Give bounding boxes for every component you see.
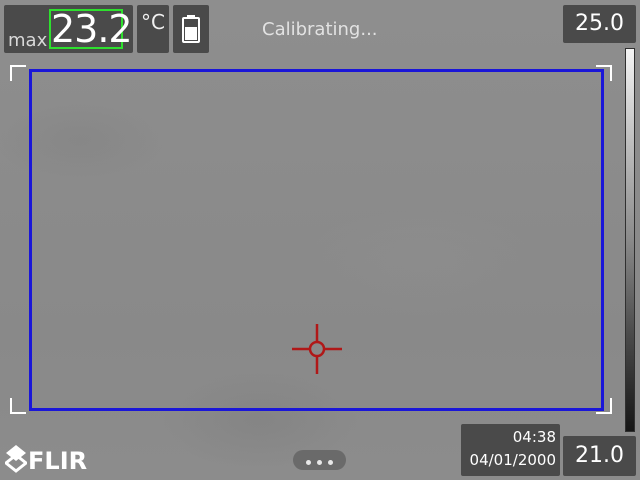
flir-logo: FLIR [3, 444, 88, 477]
thermal-camera-screen: max 23.2 °C Calibrating... 25.0 21.0 04:… [0, 0, 640, 480]
temperature-scale-bar [625, 48, 635, 432]
frame-corner-top-left [10, 65, 26, 81]
more-dots-icon [317, 460, 322, 465]
frame-corner-top-right [596, 65, 612, 81]
scale-max-value[interactable]: 25.0 [563, 5, 636, 43]
more-menu-button[interactable] [293, 450, 346, 470]
datetime-display: 04:38 04/01/2000 [461, 424, 560, 476]
frame-corner-bottom-right [596, 398, 612, 414]
more-dots-icon [328, 460, 333, 465]
time-value: 04:38 [512, 428, 556, 446]
temperature-unit-button[interactable]: °C [137, 5, 169, 53]
max-label: max [8, 30, 48, 51]
scale-min-value[interactable]: 21.0 [563, 436, 636, 476]
battery-icon [182, 15, 200, 43]
status-message: Calibrating... [262, 19, 378, 40]
date-value: 04/01/2000 [469, 451, 556, 469]
max-temperature-box[interactable]: max 23.2 [4, 5, 133, 53]
flir-logo-icon [3, 445, 29, 473]
crosshair-icon[interactable] [292, 324, 342, 374]
more-dots-icon [306, 460, 311, 465]
flir-logo-text: FLIR [28, 447, 88, 475]
max-temperature-value: 23.2 [51, 7, 133, 51]
battery-status [173, 5, 209, 53]
frame-corner-bottom-left [10, 398, 26, 414]
